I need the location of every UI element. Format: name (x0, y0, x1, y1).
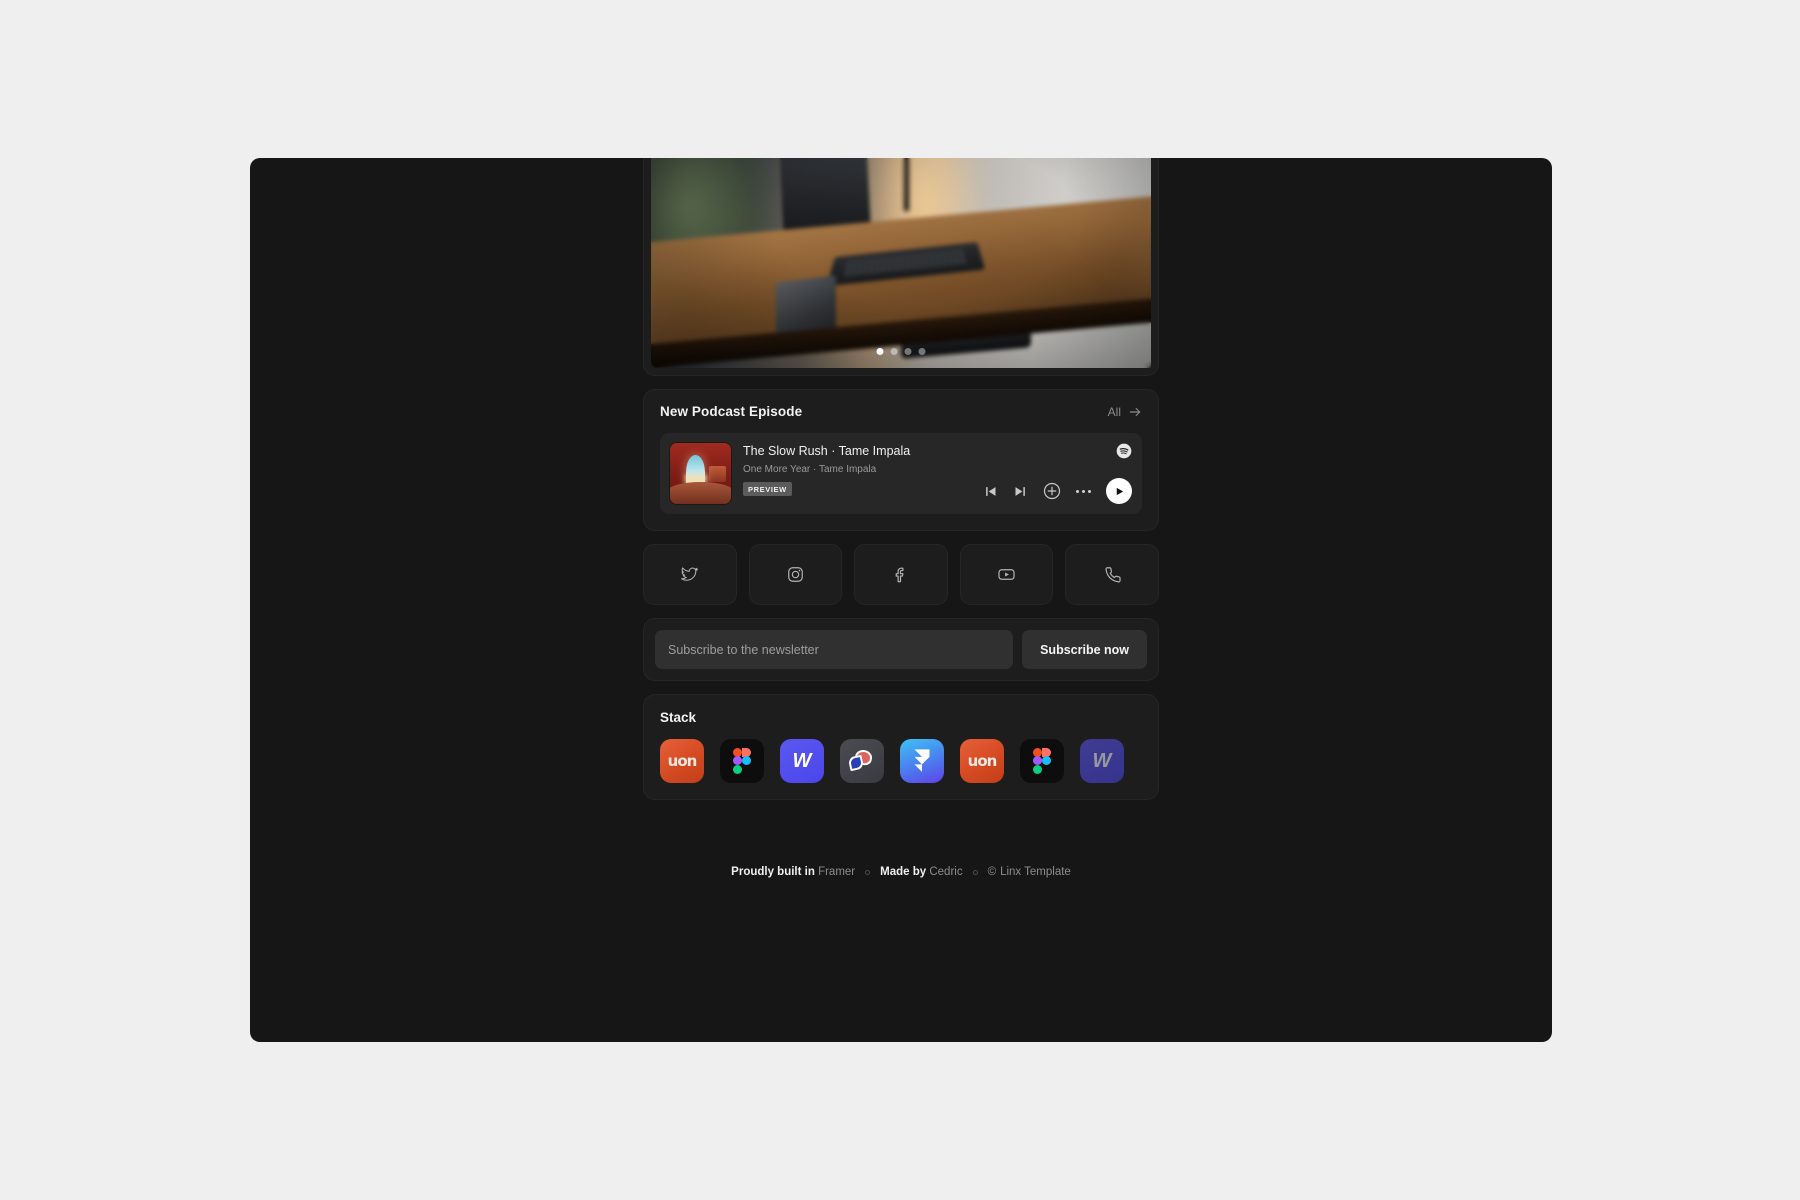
instagram-icon (788, 567, 803, 582)
webflow-icon-2: W (1092, 749, 1112, 772)
skip-forward-icon (1015, 486, 1025, 496)
play-button[interactable] (1106, 478, 1132, 504)
footer-built-name: Framer (818, 866, 856, 878)
next-track-button[interactable] (1013, 484, 1028, 499)
add-to-library-button[interactable] (1043, 482, 1061, 500)
stack-item-spline[interactable] (840, 739, 884, 783)
carousel-dot-1[interactable] (876, 348, 884, 355)
preview-badge: PREVIEW (743, 482, 792, 496)
footer-built-prefix: Proudly built in (731, 866, 815, 878)
carousel-dots[interactable] (876, 348, 926, 355)
player-controls (983, 478, 1132, 504)
footer-separator-1 (865, 869, 871, 875)
more-options-button[interactable] (1076, 489, 1091, 493)
social-link-twitter[interactable] (643, 544, 737, 605)
podcast-header: New Podcast Episode All (660, 404, 1142, 419)
youtube-icon (998, 569, 1015, 580)
artwork-bed (709, 466, 727, 483)
carousel-dot-3[interactable] (904, 348, 912, 355)
stack-item-webflow[interactable]: W (780, 739, 824, 783)
photo-vignette (651, 158, 1151, 368)
track-subtitle: One More Year · Tame Impala (743, 464, 877, 475)
plus-circle-icon (1043, 482, 1061, 500)
footer-built-in[interactable]: Proudly built in Framer (731, 866, 855, 878)
stack-item-figma[interactable] (720, 739, 764, 783)
podcast-card: New Podcast Episode All The Slow Rush · … (643, 389, 1159, 531)
album-artwork (670, 443, 731, 504)
footer-copyright[interactable]: © Linx Template (988, 866, 1071, 878)
notion-icon: uon (667, 752, 698, 770)
figma-icon (732, 747, 752, 775)
stack-card: Stack uon W uon W (643, 694, 1159, 800)
notion-icon-2: uon (967, 752, 998, 770)
footer-separator-2 (972, 869, 978, 875)
podcast-all-link[interactable]: All (1108, 405, 1142, 419)
social-link-phone[interactable] (1065, 544, 1159, 605)
carousel-image (651, 158, 1151, 368)
social-link-youtube[interactable] (959, 544, 1054, 605)
ellipsis-dot-2 (1082, 489, 1085, 493)
podcast-all-label: All (1107, 404, 1121, 419)
webflow-icon: W (792, 749, 812, 772)
facebook-icon (896, 567, 904, 583)
photo-carousel[interactable] (643, 158, 1159, 376)
phone-icon (1105, 567, 1121, 583)
artwork-sand (670, 482, 731, 504)
footer: Proudly built in Framer Made by Cedric ©… (643, 866, 1159, 878)
stack-title: Stack (660, 710, 697, 725)
content-column: New Podcast Episode All The Slow Rush · … (643, 158, 1159, 878)
track-title: The Slow Rush · Tame Impala (743, 444, 911, 458)
stack-item-figma-2[interactable] (1020, 739, 1064, 783)
social-links-row (643, 544, 1159, 605)
arrow-right-icon (1129, 407, 1141, 416)
stack-item-notion[interactable]: uon (660, 739, 704, 783)
stack-icon-row: uon W uon W (660, 739, 1158, 783)
stack-item-notion-2[interactable]: uon (960, 739, 1004, 783)
spotify-icon[interactable] (1116, 443, 1132, 459)
ellipsis-dot-3 (1088, 489, 1091, 493)
spline-icon (847, 748, 875, 772)
twitter-icon (681, 567, 699, 581)
footer-copyright-text: Linx Template (1000, 866, 1071, 878)
ellipsis-dot-1 (1076, 489, 1079, 493)
carousel-dot-4[interactable] (918, 348, 926, 355)
carousel-dot-2[interactable] (890, 348, 898, 355)
stack-item-framer[interactable] (900, 739, 944, 783)
framer-icon (914, 749, 930, 772)
skip-back-icon (986, 486, 996, 496)
page-canvas: New Podcast Episode All The Slow Rush · … (250, 158, 1552, 1042)
copyright-icon: © (987, 866, 997, 878)
previous-track-button[interactable] (983, 484, 998, 499)
footer-made-name: Cedric (929, 866, 963, 878)
podcast-section-title: New Podcast Episode (660, 404, 803, 419)
figma-icon-2 (1032, 747, 1052, 775)
footer-made-prefix: Made by (880, 866, 927, 878)
newsletter-email-input[interactable] (655, 630, 1014, 669)
social-link-instagram[interactable] (748, 544, 843, 605)
play-icon (1116, 487, 1123, 495)
spotify-player[interactable]: The Slow Rush · Tame Impala One More Yea… (660, 433, 1142, 514)
stack-item-webflow-2[interactable]: W (1080, 739, 1124, 783)
social-link-facebook[interactable] (854, 544, 948, 605)
footer-made-by[interactable]: Made by Cedric (880, 866, 962, 878)
subscribe-button[interactable]: Subscribe now (1022, 630, 1147, 669)
newsletter-card: Subscribe now (643, 618, 1159, 681)
